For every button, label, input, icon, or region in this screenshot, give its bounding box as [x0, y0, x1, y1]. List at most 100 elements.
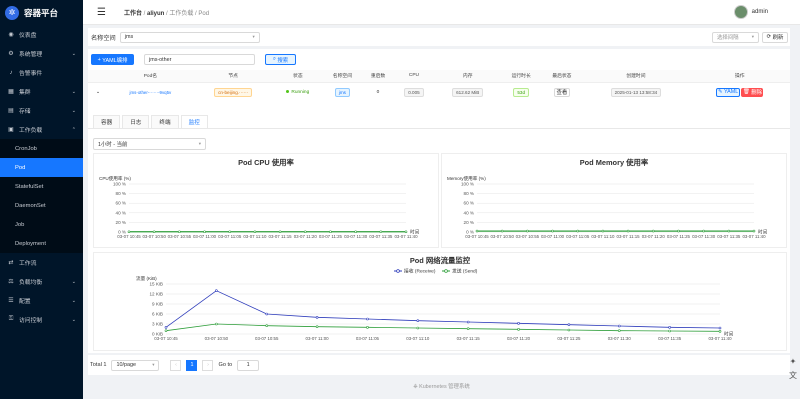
- x-tick-label: 03-07 10:50: [205, 336, 229, 341]
- search-label: 搜索: [277, 57, 289, 64]
- search-button[interactable]: ⌕ 搜索: [265, 54, 296, 65]
- interval-select[interactable]: 选择间隔 ▾: [712, 31, 759, 43]
- x-tick-label: 03-07 11:40: [742, 234, 766, 239]
- legend-entry: 发送 (Send): [452, 268, 478, 275]
- sidebar-subitem-cronjob[interactable]: CronJob: [0, 139, 83, 158]
- cpu-cell: 0.005: [393, 82, 434, 102]
- data-point: [567, 323, 571, 326]
- sidebar-subitem-pod[interactable]: Pod: [0, 158, 83, 177]
- sidebar-item-bell[interactable]: ♪ 告警事件: [0, 63, 83, 82]
- x-tick-label: 03-07 11:40: [708, 336, 732, 341]
- expand-icon[interactable]: ⌄: [88, 82, 108, 102]
- x-tick-label: 03-07 11:35: [369, 234, 393, 239]
- breadcrumb-item[interactable]: 工作负载: [169, 11, 193, 17]
- sidebar-subitem-statefulset[interactable]: StatefulSet: [0, 177, 83, 196]
- tab-terminal[interactable]: 终端: [151, 115, 179, 128]
- refresh-button[interactable]: ⟳ 刷新: [762, 31, 788, 43]
- search-input[interactable]: jms-other: [144, 54, 255, 65]
- namespace-bar: 名称空间 jms ▾ 选择间隔 ▾ ⟳ 刷新: [88, 28, 790, 46]
- sidebar-item-cluster[interactable]: ▦ 集群 ⌄: [0, 82, 83, 101]
- sidebar-item-workflow[interactable]: ⇄ 工作流: [0, 253, 83, 272]
- node-cell: cn-beijing.······: [193, 82, 274, 102]
- breadcrumb-item[interactable]: 工作台: [124, 11, 142, 17]
- search-value: jms-other: [149, 56, 172, 63]
- x-tick-label: 03-07 11:10: [591, 234, 615, 239]
- chevron-down-icon: ▾: [152, 362, 155, 367]
- sidebar-item-setting[interactable]: ⚙ 系统管理 ⌄: [0, 44, 83, 63]
- sidebar-item-workload[interactable]: ▣ 工作负载 ⌃: [0, 120, 83, 139]
- data-point: [617, 329, 621, 332]
- sidebar-item-config[interactable]: ☰ 配置 ⌄: [0, 291, 83, 310]
- tab-monitor[interactable]: 监控: [180, 115, 208, 128]
- data-point: [466, 320, 470, 324]
- data-point: [203, 230, 206, 234]
- sidebar-menu: ◉ 仪表盘 ⚙ 系统管理 ⌄ ♪ 告警事件 ▦ 集群 ⌄ ▤ 存储 ⌄ ▣ 工作负载 ⌃ CronJob Pod S…: [0, 25, 83, 329]
- x-axis-label: 时间: [410, 229, 420, 236]
- sidebar-item-balance[interactable]: ⚖ 负载均衡 ⌄: [0, 272, 83, 291]
- pod-name-link[interactable]: jms-other-······-9vq5v: [108, 82, 193, 102]
- app-logo[interactable]: ✲ 容器平台: [0, 0, 83, 25]
- sidebar-item-dashboard[interactable]: ◉ 仪表盘: [0, 25, 83, 44]
- delete-button[interactable]: 🗑 删除: [741, 87, 764, 97]
- cpu-tag: 0.005: [404, 87, 424, 97]
- yaml-create-button[interactable]: + YAML编排: [91, 54, 134, 65]
- setting-icon: ⚙: [8, 51, 14, 57]
- y-tick-label: 15 KiB: [149, 282, 163, 287]
- menu-toggle-icon[interactable]: ☰: [97, 7, 106, 18]
- next-page-button[interactable]: ›: [202, 359, 214, 371]
- status-dot-icon: [286, 89, 290, 93]
- x-tick-label: 03-07 11:30: [692, 234, 716, 239]
- chevron-down-icon: ⌄: [71, 88, 76, 95]
- sidebar-item-storage[interactable]: ▤ 存储 ⌄: [0, 101, 83, 120]
- page-size-select[interactable]: 10/page ▾: [111, 359, 160, 371]
- data-point: [315, 316, 319, 319]
- memory-tag: 612.62 MiB: [452, 87, 484, 97]
- magic-icon[interactable]: ✦: [786, 354, 800, 368]
- chevron-down-icon: ▾: [198, 141, 201, 146]
- user-menu[interactable]: admin: [733, 5, 768, 19]
- data-point: [702, 229, 705, 233]
- data-point: [601, 229, 605, 233]
- data-point: [466, 327, 470, 330]
- data-point: [164, 329, 168, 332]
- sidebar-item-label: 系统管理: [19, 52, 43, 58]
- y-tick-label: 6 KiB: [152, 312, 163, 317]
- data-point: [626, 229, 630, 233]
- x-tick-label: 03-07 10:55: [516, 234, 540, 239]
- x-axis-label: 时间: [758, 229, 768, 236]
- breadcrumb-item[interactable]: aliyun: [147, 11, 164, 17]
- y-tick-label: 40 %: [116, 210, 126, 215]
- view-last-state-button[interactable]: 查看: [553, 87, 570, 97]
- y-tick-label: 9 KiB: [152, 302, 163, 307]
- x-tick-label: 03-07 11:20: [507, 336, 531, 341]
- goto-input[interactable]: 1: [237, 359, 260, 371]
- tab-logs[interactable]: 日志: [122, 115, 150, 128]
- balance-icon: ⚖: [8, 279, 14, 285]
- avatar[interactable]: [733, 5, 748, 19]
- status-cell: Running: [274, 82, 322, 102]
- yaml-button[interactable]: ✎ YAML: [716, 87, 741, 97]
- x-tick-label: 03-07 10:45: [117, 234, 141, 239]
- y-tick-label: 100 %: [113, 182, 126, 187]
- column-header: CPU: [393, 70, 435, 83]
- sidebar-subitem-deployment[interactable]: Deployment: [0, 234, 83, 253]
- network-chart-title: Pod 网络流量监控: [409, 256, 471, 265]
- chevron-down-icon: ▾: [751, 34, 754, 39]
- footer-text: Kubernetes 管理系统: [419, 384, 470, 390]
- sidebar-subitem-job[interactable]: Job: [0, 215, 83, 234]
- translate-icon[interactable]: 文: [786, 368, 800, 382]
- column-header: 名称空间: [322, 70, 363, 83]
- namespace-select[interactable]: jms ▾: [119, 31, 260, 43]
- tab-containers[interactable]: 容器: [93, 115, 121, 128]
- sidebar-item-access[interactable]: ⚿ 访问控制 ⌄: [0, 310, 83, 329]
- memory-cell: 612.62 MiB: [435, 82, 501, 102]
- time-range-select[interactable]: 1小时 - 当前 ▾: [93, 138, 206, 150]
- sidebar-subitem-daemonset[interactable]: DaemonSet: [0, 196, 83, 215]
- table-header-row: Pod名 节点 状态 名称空间 重启数 CPU 内存 运行时长 最后状态 创建时…: [88, 70, 790, 83]
- sidebar-item-label: 负载均衡: [19, 280, 43, 286]
- column-header: 重启数: [362, 70, 394, 83]
- y-tick-label: 100 %: [461, 182, 474, 187]
- prev-page-button[interactable]: ‹: [170, 359, 182, 371]
- table-row[interactable]: ⌄ jms-other-······-9vq5v cn-beijing.····…: [88, 82, 790, 102]
- page-button[interactable]: 1: [186, 359, 198, 371]
